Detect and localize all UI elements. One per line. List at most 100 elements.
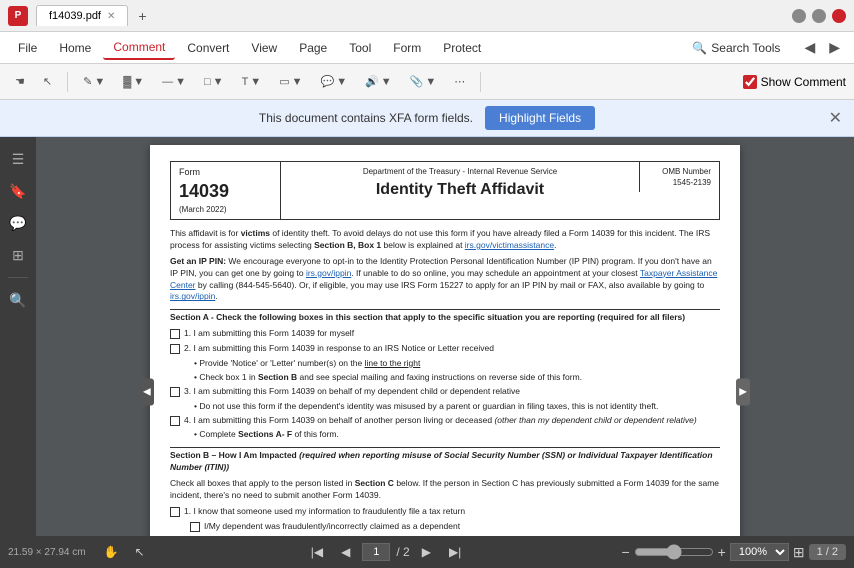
highlight-fields-button[interactable]: Highlight Fields — [485, 106, 595, 130]
cursor-bottom-button[interactable]: ↖ — [129, 542, 151, 562]
zoom-area: − + 100% 75% 50% 150% 200% ⊞ — [621, 543, 804, 561]
menu-view[interactable]: View — [241, 37, 287, 59]
text-button[interactable]: T▼ — [235, 72, 269, 92]
ippin-link-1[interactable]: irs.gov/ippin — [306, 268, 351, 278]
tab-close-icon[interactable]: ✕ — [107, 11, 115, 22]
more-icon: ⋯ — [454, 75, 465, 88]
search-icon: 🔍 — [692, 41, 707, 55]
page-badge: 1 / 2 — [809, 544, 846, 560]
box-icon: ▭ — [279, 75, 289, 88]
box-button[interactable]: ▭▼ — [272, 71, 309, 92]
section-b-intro: Check all boxes that apply to the person… — [170, 478, 720, 502]
form-date: (March 2022) — [179, 204, 272, 215]
section-a-item-4-checkbox[interactable] — [170, 416, 180, 426]
section-b-item-1-text: 1. I know that someone used my informati… — [184, 506, 465, 518]
section-a-item-1-checkbox[interactable] — [170, 329, 180, 339]
bullet-2b: Check box 1 in Section B and see special… — [194, 372, 720, 384]
menu-home[interactable]: Home — [49, 37, 101, 59]
note-button[interactable]: 💬▼ — [313, 71, 354, 92]
menu-page[interactable]: Page — [289, 37, 337, 59]
new-tab-button[interactable]: + — [130, 4, 154, 28]
sub-item-1b-text: My SSN or ITIN was fraudulently used for… — [204, 535, 446, 536]
select-tool-button[interactable]: ↖ — [36, 71, 59, 92]
first-page-button[interactable]: |◀ — [305, 542, 329, 562]
zoom-out-button[interactable]: − — [621, 544, 629, 560]
audio-icon: 🔊 — [365, 75, 379, 88]
sub-item-1a-checkbox[interactable] — [190, 522, 200, 532]
form-title-box: Department of the Treasury - Internal Re… — [281, 162, 639, 206]
sub-item-1a-row: I/My dependent was fraudulently/incorrec… — [190, 521, 720, 533]
victim-assistance-link[interactable]: irs.gov/victimassistance — [465, 240, 554, 250]
intro-text: This affidavit is for victims of identit… — [170, 228, 720, 252]
cursor-icon: ↖ — [43, 75, 52, 88]
show-comment-label: Show Comment — [761, 75, 846, 89]
zoom-slider[interactable] — [634, 544, 714, 560]
panel-icon-bookmark[interactable]: 🔖 — [4, 177, 32, 205]
menu-convert[interactable]: Convert — [177, 37, 239, 59]
bullet-4a: Complete Sections A- F of this form. — [194, 429, 720, 441]
zoom-select[interactable]: 100% 75% 50% 150% 200% — [730, 543, 789, 561]
next-page-button[interactable]: ▶ — [416, 542, 437, 562]
section-a-header: Section A - Check the following boxes in… — [170, 309, 720, 324]
annotate-button[interactable]: ✎▼ — [76, 71, 112, 92]
section-a-item-2-checkbox[interactable] — [170, 344, 180, 354]
ippin-link-2[interactable]: irs.gov/ippin — [170, 291, 215, 301]
attach-button[interactable]: 📎▼ — [403, 71, 444, 92]
panel-separator — [8, 277, 28, 278]
menu-file[interactable]: File — [8, 37, 47, 59]
more-button[interactable]: ⋯ — [447, 71, 472, 92]
maximize-button[interactable] — [812, 9, 826, 23]
panel-icon-pages[interactable]: ⊞ — [4, 241, 32, 269]
panel-icon-search[interactable]: 🔍 — [4, 286, 32, 314]
highlight-icon: ▓ — [123, 76, 131, 88]
section-a-item-3-text: 3. I am submitting this Form 14039 on be… — [184, 386, 520, 398]
tab-title: f14039.pdf — [49, 10, 101, 22]
panel-icon-comment[interactable]: 💬 — [4, 209, 32, 237]
back-button[interactable]: ◀ — [798, 35, 821, 60]
menu-protect[interactable]: Protect — [433, 37, 491, 59]
title-bar: P f14039.pdf ✕ + — [0, 0, 854, 32]
left-panel: ☰ 🔖 💬 ⊞ 🔍 — [0, 137, 36, 536]
pdf-page: Form 14039 (March 2022) Department of th… — [150, 145, 740, 536]
page-separator: / 2 — [396, 545, 409, 559]
search-tools-label: Search Tools — [711, 41, 780, 55]
zoom-in-button[interactable]: + — [718, 544, 726, 560]
hand-tool-button[interactable]: ☚ — [8, 71, 32, 92]
hand-icon: ☚ — [15, 75, 25, 88]
minimize-button[interactable] — [792, 9, 806, 23]
line-icon: — — [162, 76, 173, 88]
form-header: Form 14039 (March 2022) Department of th… — [170, 161, 720, 220]
left-handle[interactable]: ◀ — [140, 379, 154, 406]
line-button[interactable]: —▼ — [155, 72, 193, 92]
menu-form[interactable]: Form — [383, 37, 431, 59]
tac-link[interactable]: Taxpayer Assistance Center — [170, 268, 717, 290]
right-handle[interactable]: ▶ — [736, 379, 750, 406]
hand-bottom-button[interactable]: ✋ — [98, 542, 125, 562]
section-a-item-3-checkbox[interactable] — [170, 387, 180, 397]
fit-button[interactable]: ⊞ — [793, 544, 805, 561]
last-page-button[interactable]: ▶| — [443, 542, 467, 562]
search-tools-button[interactable]: 🔍 Search Tools — [682, 37, 790, 59]
prev-page-button[interactable]: ◀ — [335, 542, 356, 562]
close-button[interactable] — [832, 9, 846, 23]
pdf-tab[interactable]: f14039.pdf ✕ — [36, 5, 128, 26]
shape-button[interactable]: □▼ — [197, 72, 231, 92]
bullet-2a: Provide 'Notice' or 'Letter' number(s) o… — [194, 358, 720, 370]
sub-item-1a-text: I/My dependent was fraudulently/incorrec… — [204, 521, 460, 533]
forward-button[interactable]: ▶ — [823, 35, 846, 60]
xfa-close-button[interactable]: ✕ — [829, 108, 842, 128]
menu-comment[interactable]: Comment — [103, 36, 175, 60]
page-input[interactable] — [362, 543, 390, 561]
panel-icon-menu[interactable]: ☰ — [4, 145, 32, 173]
document-area: Form 14039 (March 2022) Department of th… — [36, 137, 854, 536]
page-navigation: |◀ ◀ / 2 ▶ ▶| — [155, 542, 618, 562]
title-bar-left: P f14039.pdf ✕ + — [8, 4, 784, 28]
section-b-header: Section B – How I Am Impacted (required … — [170, 447, 720, 474]
section-b-item-1-checkbox[interactable] — [170, 507, 180, 517]
menu-tool[interactable]: Tool — [339, 37, 381, 59]
audio-button[interactable]: 🔊▼ — [358, 71, 399, 92]
section-a-item-4-row: 4. I am submitting this Form 14039 on be… — [170, 415, 720, 427]
attach-icon: 📎 — [410, 75, 424, 88]
show-comment-checkbox[interactable] — [743, 75, 757, 89]
highlight-button[interactable]: ▓▼ — [116, 72, 151, 92]
